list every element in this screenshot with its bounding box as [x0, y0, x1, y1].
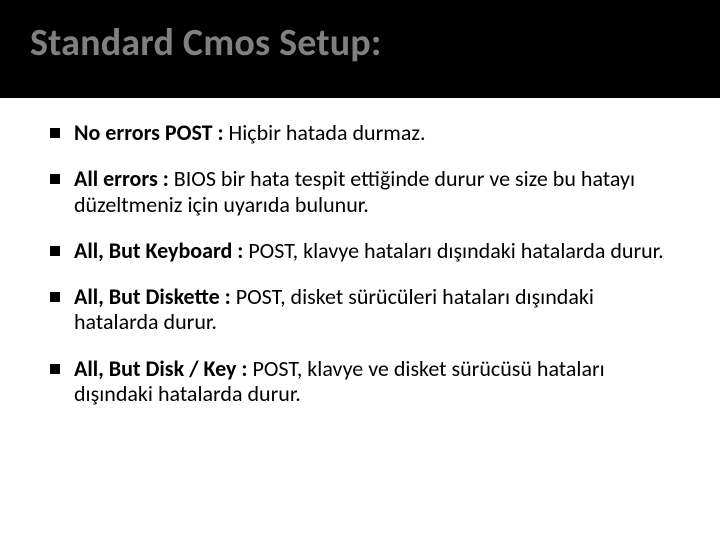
list-item: All, But Diskette : POST, disket sürücül… [50, 284, 680, 335]
content-area: No errors POST : Hiçbir hatada durmaz. A… [50, 120, 680, 427]
bullet-icon [50, 364, 60, 374]
list-item: All, But Disk / Key : POST, klavye ve di… [50, 356, 680, 407]
bullet-text: No errors POST : Hiçbir hatada durmaz. [74, 120, 680, 145]
bullet-lead: All, But Disk / Key : [74, 355, 248, 382]
bullet-lead: All errors : [74, 165, 169, 192]
bullet-text: All, But Keyboard : POST, klavye hatalar… [74, 238, 680, 263]
bullet-lead: All, But Diskette : [74, 283, 231, 310]
list-item: All errors : BIOS bir hata tespit ettiği… [50, 166, 680, 217]
bullet-text: All, But Diskette : POST, disket sürücül… [74, 284, 680, 335]
bullet-icon [50, 128, 60, 138]
bullet-rest: Hiçbir hatada durmaz. [224, 119, 426, 146]
bullet-icon [50, 246, 60, 256]
bullet-rest: POST, klavye hataları dışındaki hatalard… [243, 237, 663, 264]
bullet-text: All errors : BIOS bir hata tespit ettiği… [74, 166, 680, 217]
bullet-lead: All, But Keyboard : [74, 237, 243, 264]
list-item: No errors POST : Hiçbir hatada durmaz. [50, 120, 680, 145]
title-band: Standard Cmos Setup: [0, 0, 720, 98]
bullet-text: All, But Disk / Key : POST, klavye ve di… [74, 356, 680, 407]
bullet-icon [50, 174, 60, 184]
slide-title: Standard Cmos Setup: [30, 20, 382, 66]
bullet-lead: No errors POST : [74, 119, 224, 146]
list-item: All, But Keyboard : POST, klavye hatalar… [50, 238, 680, 263]
slide: Standard Cmos Setup: No errors POST : Hi… [0, 0, 720, 540]
bullet-icon [50, 292, 60, 302]
